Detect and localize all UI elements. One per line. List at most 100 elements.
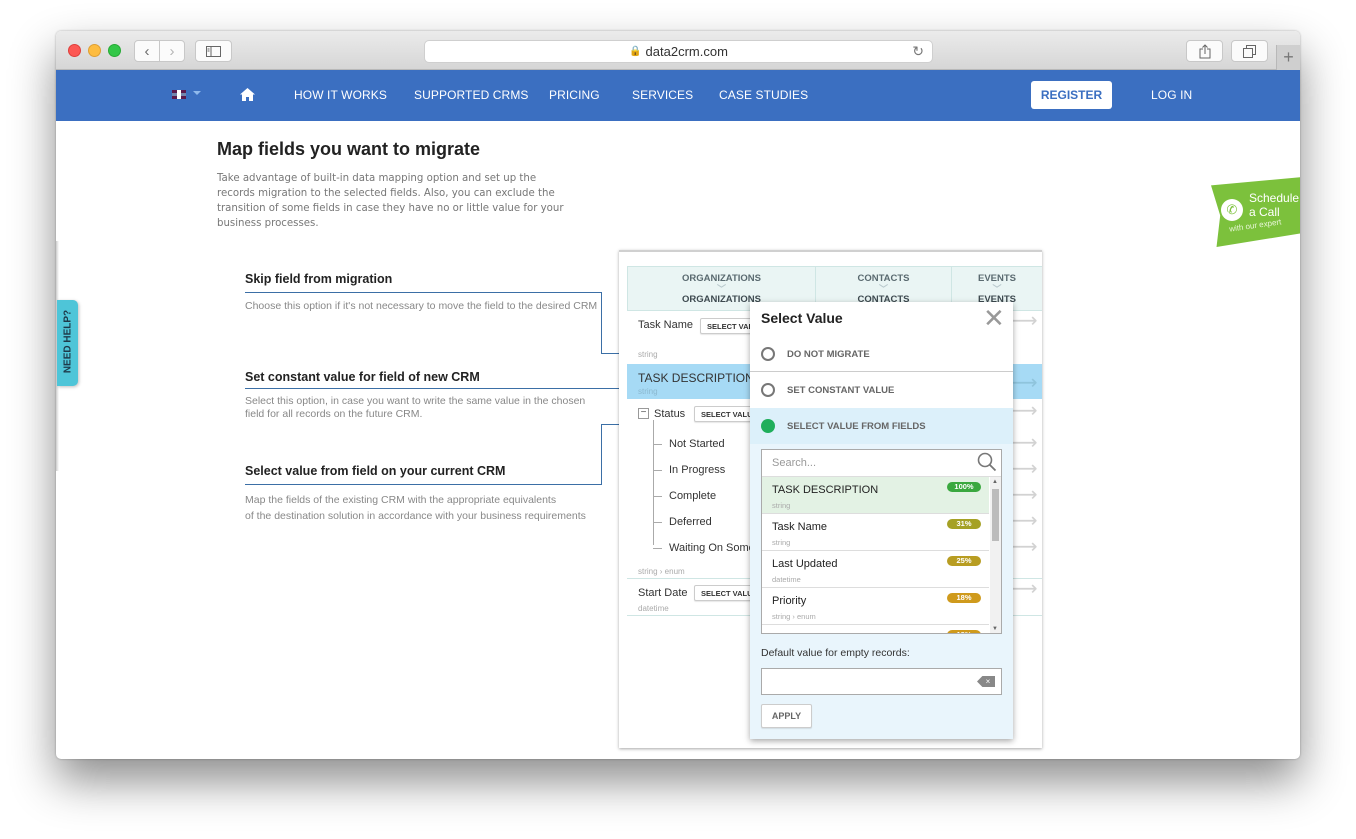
row-type: datetime — [638, 604, 669, 613]
option-select-value-from-fields[interactable]: SELECT VALUE FROM FIELDS — [750, 408, 1013, 444]
nav-how-it-works[interactable]: HOW IT WORKS — [294, 88, 387, 102]
field-name: Priority — [772, 595, 807, 607]
row-label-start-date: Start Date — [638, 587, 688, 599]
match-badge: 100% — [947, 482, 981, 492]
back-button[interactable]: ‹ — [134, 40, 160, 62]
option-set-constant-value[interactable]: SET CONSTANT VALUE — [750, 372, 1013, 408]
intro-text: Take advantage of built-in data mapping … — [217, 173, 564, 229]
reload-icon[interactable]: ↻ — [912, 43, 924, 60]
connector-line — [245, 292, 602, 293]
page-title: Map fields you want to migrate — [217, 139, 481, 159]
field-name: Task Name — [772, 521, 828, 533]
home-icon[interactable] — [240, 88, 255, 105]
modal-title: Select Value — [761, 310, 843, 326]
scroll-down-arrow-icon[interactable]: ▼ — [992, 626, 998, 632]
tree-branch — [653, 548, 662, 549]
sidebar-icon — [206, 45, 221, 57]
row-label-task-name: Task Name — [638, 319, 694, 331]
field-list-item[interactable]: 18% — [762, 625, 989, 633]
tree-branch — [653, 444, 662, 445]
uk-flag-icon[interactable] — [172, 90, 186, 99]
new-tab-button[interactable]: + — [1276, 45, 1300, 70]
phone-icon: ✆ — [1221, 199, 1243, 221]
field-list-item[interactable]: TASK DESCRIPTION string 100% — [762, 477, 989, 514]
match-badge: 25% — [947, 556, 981, 566]
scrollbar-thumb[interactable] — [992, 489, 999, 541]
browser-titlebar: ‹ › 🔒 data2crm.com ↻ + — [56, 31, 1300, 70]
field-type: string — [772, 501, 791, 510]
radio-unchecked[interactable] — [761, 383, 775, 397]
share-icon — [1199, 43, 1210, 58]
register-button[interactable]: REGISTER — [1031, 81, 1112, 109]
row-type: string — [638, 350, 658, 359]
collapse-icon[interactable]: − — [638, 408, 649, 419]
field-type: string › enum — [772, 612, 816, 621]
sidebar-toggle-button[interactable] — [195, 40, 232, 62]
plus-icon: + — [1283, 47, 1294, 67]
option-label: DO NOT MIGRATE — [787, 349, 870, 360]
enum-option: Deferred — [669, 516, 712, 528]
need-help-label: NEED HELP? — [62, 309, 74, 374]
login-link[interactable]: LOG IN — [1151, 88, 1192, 102]
tree-branch — [653, 522, 662, 523]
connector-line — [245, 484, 602, 485]
tree-branch — [653, 496, 662, 497]
radio-checked[interactable] — [761, 419, 775, 433]
nav-case-studies[interactable]: CASE STUDIES — [719, 88, 808, 102]
show-tabs-button[interactable] — [1231, 40, 1268, 62]
address-bar[interactable]: 🔒 data2crm.com ↻ — [424, 40, 933, 63]
nav-services[interactable]: SERVICES — [632, 88, 693, 102]
arrow-right-icon: ⟶ — [1009, 456, 1038, 480]
feature-title-skip: Skip field from migration — [245, 272, 393, 286]
clear-input-icon[interactable]: × — [977, 676, 995, 687]
browser-window: ‹ › 🔒 data2crm.com ↻ + HOW IT WORKS SUPP… — [56, 31, 1300, 759]
row-label-task-description: TASK DESCRIPTION — [638, 371, 754, 385]
field-search-box: TASK DESCRIPTION string 100% Task Name s… — [761, 449, 1002, 634]
feature-title-select: Select value from field on your current … — [245, 464, 506, 478]
need-help-tab[interactable]: NEED HELP? — [57, 300, 78, 386]
select-value-button[interactable]: SELECT VALUE — [694, 406, 754, 422]
chevron-left-icon: ‹ — [144, 42, 150, 60]
lock-icon: 🔒 — [629, 46, 642, 57]
language-dropdown-caret-icon[interactable] — [193, 91, 201, 95]
schedule-line2: a Call — [1249, 205, 1280, 219]
field-list-item[interactable]: Task Name string 31% — [762, 514, 989, 551]
default-value-input[interactable]: × — [761, 668, 1002, 695]
select-value-modal: Select Value ✕ DO NOT MIGRATE SET CONSTA… — [750, 302, 1013, 739]
field-type: string — [772, 538, 791, 547]
share-button[interactable] — [1186, 40, 1223, 62]
scroll-up-arrow-icon[interactable]: ▲ — [992, 479, 998, 485]
enum-option: Complete — [669, 490, 717, 502]
site-navbar: HOW IT WORKS SUPPORTED CRMS PRICING SERV… — [56, 70, 1300, 121]
nav-pricing[interactable]: PRICING — [549, 88, 600, 102]
select-value-button[interactable]: SELECT VALUE — [694, 585, 754, 601]
row-label-status: Status — [654, 408, 686, 420]
close-window-button[interactable] — [68, 44, 81, 57]
match-badge: 31% — [947, 519, 981, 529]
zoom-window-button[interactable] — [108, 44, 121, 57]
row-type: string — [638, 387, 658, 396]
option-label: SET CONSTANT VALUE — [787, 385, 895, 396]
radio-unchecked[interactable] — [761, 347, 775, 361]
schedule-line1: Schedule — [1249, 191, 1300, 205]
search-input[interactable] — [762, 450, 1001, 477]
search-icon[interactable] — [977, 452, 997, 472]
arrow-right-icon: ⟶ — [1009, 576, 1038, 600]
apply-button[interactable]: APPLY — [761, 704, 812, 728]
arrow-right-icon: ⟶ — [1009, 430, 1038, 454]
forward-button[interactable]: › — [159, 40, 185, 62]
field-list: TASK DESCRIPTION string 100% Task Name s… — [762, 477, 989, 633]
list-scrollbar[interactable]: ▲ ▼ — [990, 477, 1001, 633]
connector-line — [601, 424, 602, 485]
url-text: data2crm.com — [645, 44, 728, 59]
field-list-item[interactable]: Last Updated datetime 25% — [762, 551, 989, 588]
field-type: datetime — [772, 575, 801, 584]
arrow-right-icon: ⟶ — [1009, 370, 1038, 394]
arrow-right-icon: ⟶ — [1009, 508, 1038, 532]
option-do-not-migrate[interactable]: DO NOT MIGRATE — [750, 336, 1013, 372]
nav-supported-crms[interactable]: SUPPORTED CRMS — [414, 88, 529, 102]
field-list-item[interactable]: Priority string › enum 18% — [762, 588, 989, 625]
close-icon[interactable]: ✕ — [983, 304, 1005, 334]
schedule-call-badge[interactable]: ✆ Schedule a Call with our expert — [1211, 177, 1300, 247]
minimize-window-button[interactable] — [88, 44, 101, 57]
